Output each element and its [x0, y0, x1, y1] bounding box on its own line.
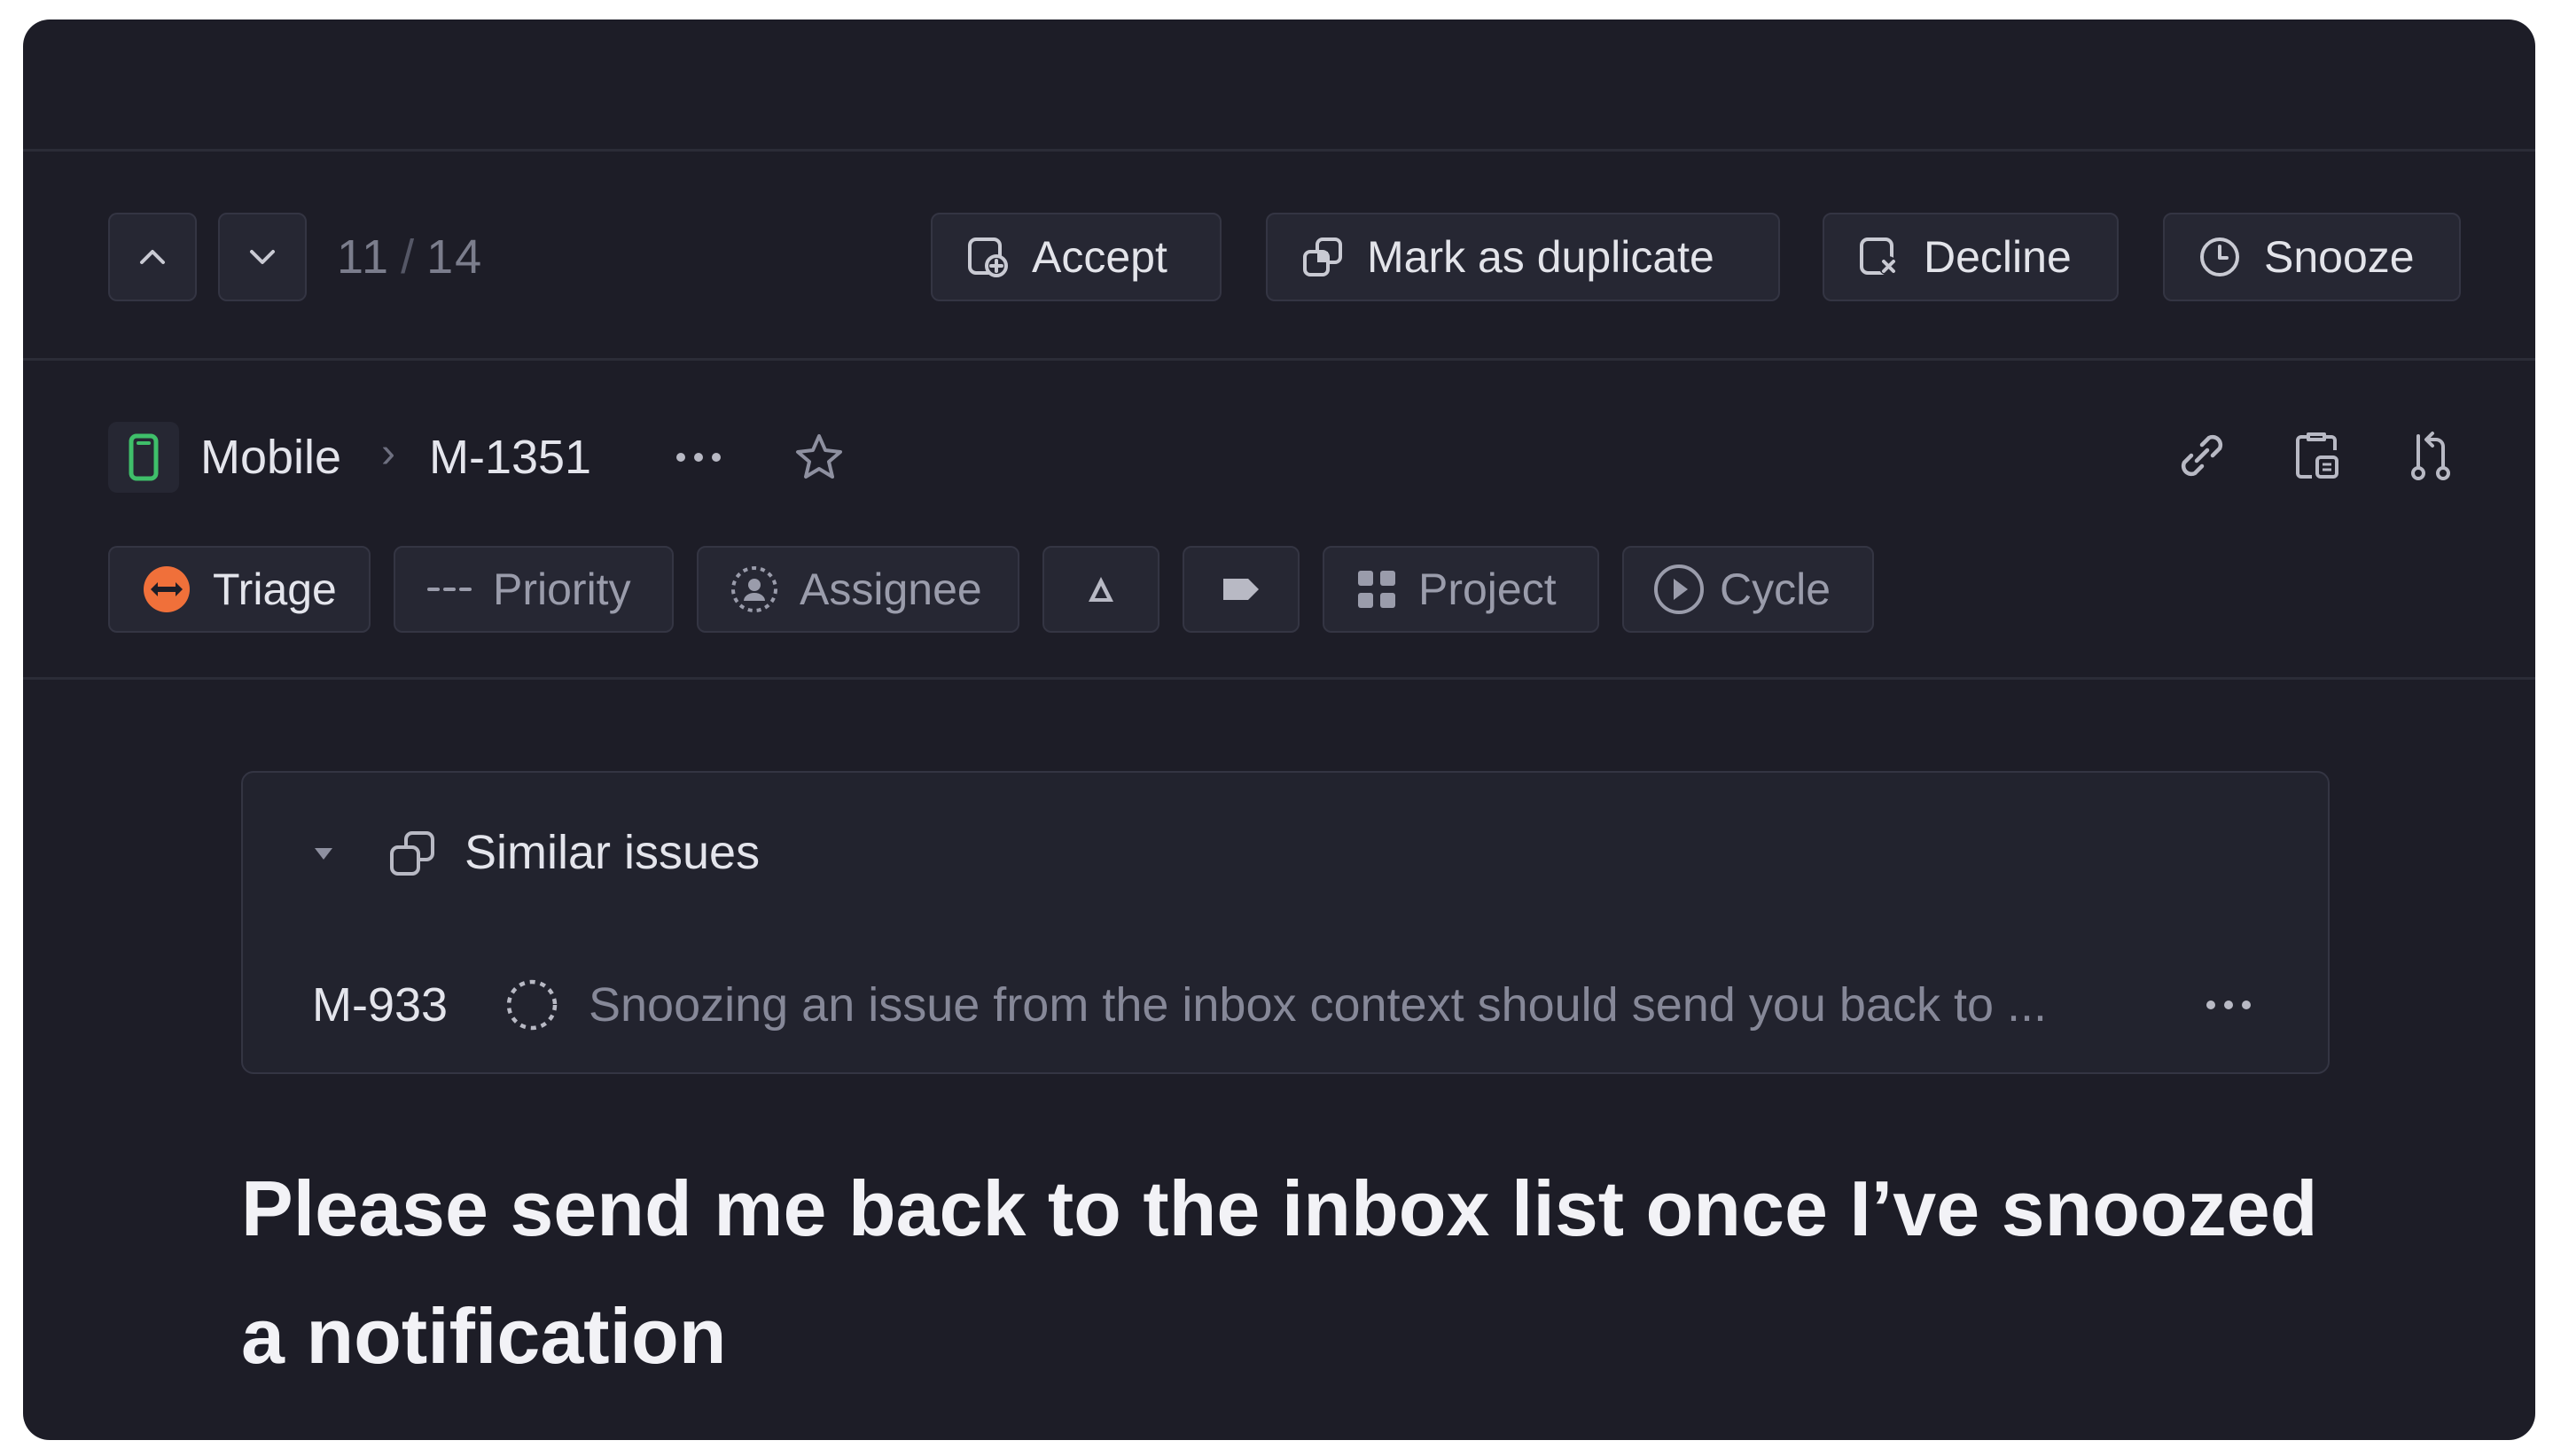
label-tag-icon [1223, 579, 1259, 600]
project-grid-icon [1358, 571, 1395, 608]
labels-chip[interactable] [1183, 546, 1300, 633]
breadcrumb-issue-id[interactable]: M-1351 [429, 413, 591, 502]
snooze-button[interactable]: Snooze [2163, 213, 2461, 301]
branch-icon[interactable] [2401, 424, 2461, 486]
assignee-label: Assignee [800, 564, 982, 614]
star-icon[interactable] [791, 429, 847, 486]
team-icon-container[interactable] [108, 422, 179, 493]
similar-issue-title: Snoozing an issue from the inbox context… [589, 978, 2047, 1032]
status-triage-chip[interactable]: Triage [108, 546, 371, 633]
top-divider [23, 149, 2535, 152]
cycle-play-icon [1654, 564, 1704, 614]
assignee-chip[interactable]: Assignee [697, 546, 1019, 633]
issue-title[interactable]: Please send me back to the inbox list on… [241, 1145, 2369, 1400]
snooze-label: Snooze [2264, 232, 2415, 282]
assignee-icon [731, 566, 777, 612]
priority-dashes-icon [427, 588, 472, 591]
similar-issues-icon [390, 831, 434, 876]
cycle-label: Cycle [1720, 564, 1831, 614]
link-icon[interactable] [2172, 425, 2232, 486]
status-label: Triage [213, 564, 337, 614]
similar-issues-title[interactable]: Similar issues [465, 817, 760, 888]
counter-total: 14 [426, 230, 484, 284]
toolbar-divider [23, 358, 2535, 361]
accept-label: Accept [1032, 232, 1167, 282]
chevron-down-icon [250, 250, 275, 264]
priority-label: Priority [493, 564, 631, 614]
clock-icon [2200, 237, 2239, 276]
next-issue-button[interactable] [218, 213, 307, 301]
mark-as-duplicate-button[interactable]: Mark as duplicate [1266, 213, 1780, 301]
chevron-up-icon [140, 250, 165, 264]
counter-separator: / [401, 230, 417, 284]
similar-issue-id: M-933 [312, 978, 449, 1032]
counter-current: 11 [337, 230, 391, 284]
issue-window: 11/14 Accept Mark as duplicate Decline S… [23, 19, 2535, 1440]
header-divider [23, 677, 2535, 680]
accept-icon [968, 237, 1008, 277]
project-chip[interactable]: Project [1323, 546, 1599, 633]
duplicate-icon [1303, 237, 1342, 276]
project-label: Project [1418, 564, 1557, 614]
decline-icon [1860, 237, 1898, 276]
decline-button[interactable]: Decline [1823, 213, 2119, 301]
breadcrumb-team[interactable]: Mobile [200, 413, 341, 502]
decline-label: Decline [1924, 232, 2072, 282]
backlog-status-icon [506, 979, 558, 1031]
estimate-icon [1089, 577, 1113, 602]
cycle-chip[interactable]: Cycle [1622, 546, 1874, 633]
previous-issue-button[interactable] [108, 213, 197, 301]
similar-issue-more-icon[interactable] [2200, 987, 2257, 1023]
clipboard-icon[interactable] [2285, 424, 2347, 486]
similar-issues-panel: Similar issues M-933 Snoozing an issue f… [241, 771, 2330, 1074]
issue-counter: 11/14 [337, 213, 483, 301]
collapse-triangle-icon[interactable] [310, 840, 337, 867]
breadcrumb-separator: › [381, 430, 395, 477]
mark-as-duplicate-label: Mark as duplicate [1367, 232, 1714, 282]
mobile-device-icon [129, 433, 159, 481]
accept-button[interactable]: Accept [931, 213, 1222, 301]
estimate-chip[interactable] [1042, 546, 1159, 633]
priority-chip[interactable]: Priority [394, 546, 674, 633]
triage-icon [144, 566, 190, 612]
more-dots-icon[interactable] [670, 440, 727, 475]
